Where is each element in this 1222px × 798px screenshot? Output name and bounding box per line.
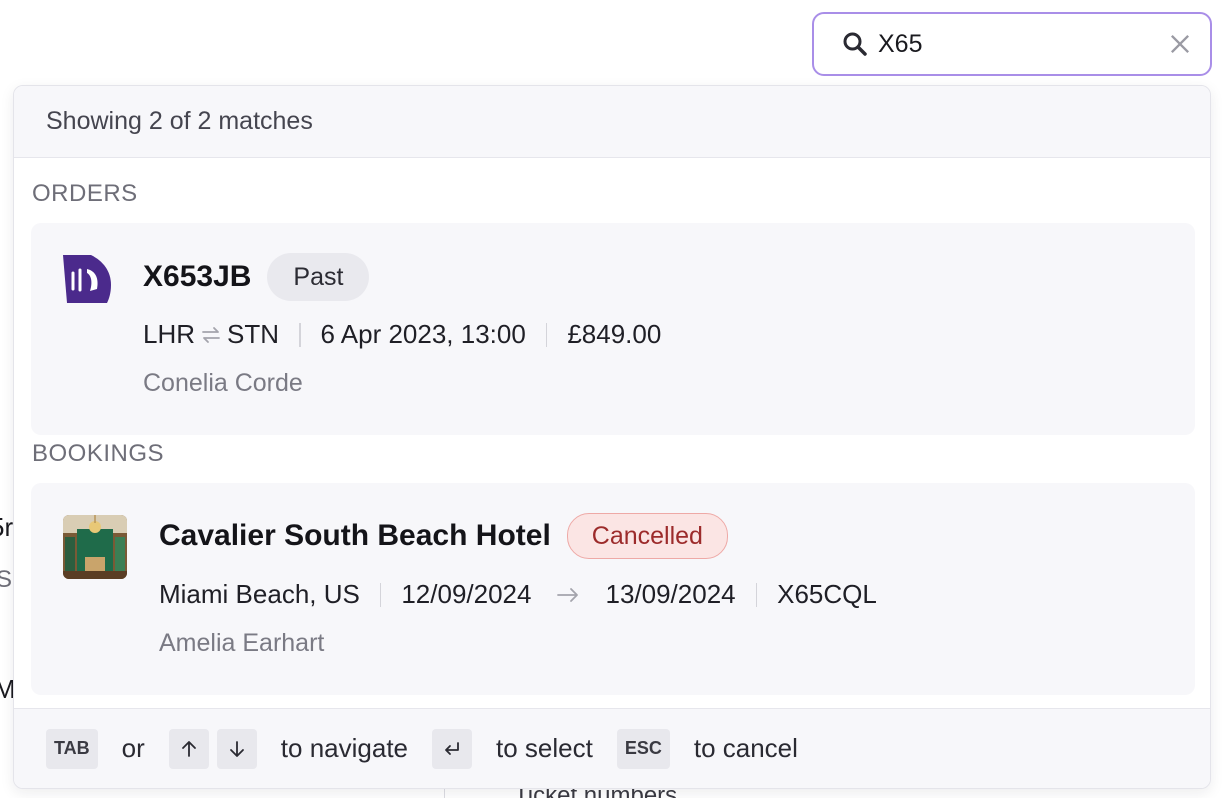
hint-cancel: to cancel (693, 733, 798, 763)
hint-or: or (121, 733, 145, 763)
page: 5r S M Ticket numbers Showing 2 of 2 mat… (0, 0, 1222, 798)
divider (755, 582, 758, 607)
destination-airport: STN (227, 319, 280, 349)
enter-icon (445, 741, 459, 755)
round-trip-icon (202, 326, 220, 343)
hotel-thumbnail (63, 515, 127, 579)
background-text-fragment: 5r (0, 512, 14, 542)
booking-result-item[interactable]: Cavalier South Beach Hotel Cancelled Mia… (31, 483, 1195, 695)
arrow-down-key (216, 728, 257, 769)
check-out-date: 13/09/2024 (605, 579, 736, 609)
status-badge: Cancelled (566, 513, 728, 559)
booking-guest: Amelia Earhart (159, 629, 325, 657)
keyboard-hints: TAB or to navigate to select ESC to canc… (14, 708, 1210, 788)
divider (299, 322, 301, 347)
order-passenger: Conelia Corde (143, 369, 303, 397)
check-in-date: 12/09/2024 (401, 579, 532, 609)
background-text-fragment: S (0, 566, 13, 593)
hotel-location: Miami Beach, US (159, 579, 360, 609)
results-summary: Showing 2 of 2 matches (14, 86, 1210, 158)
enter-key (432, 728, 473, 769)
esc-key: ESC (616, 728, 670, 769)
search-box (812, 12, 1212, 76)
order-datetime: 6 Apr 2023, 13:00 (320, 319, 526, 349)
order-price: £849.00 (567, 319, 662, 349)
tab-key: TAB (46, 728, 98, 769)
arrow-right-icon (557, 587, 579, 602)
arrow-up-icon (181, 740, 196, 757)
order-reference: X653JB (143, 260, 252, 293)
divider (545, 322, 548, 347)
section-label-orders: ORDERS (32, 180, 138, 207)
arrow-down-icon (229, 740, 244, 757)
hotel-name: Cavalier South Beach Hotel (159, 519, 551, 552)
search-input[interactable] (878, 24, 1166, 64)
search-icon (843, 32, 867, 56)
arrow-up-key (168, 728, 209, 769)
clear-icon[interactable] (1166, 30, 1194, 58)
divider (379, 582, 382, 607)
order-result-item[interactable]: X653JB Past LHR STN 6 Apr 2023, 13:00 £8… (31, 223, 1195, 435)
booking-reference: X65CQL (777, 579, 877, 609)
hint-navigate: to navigate (280, 733, 409, 763)
search-results-dropdown: Showing 2 of 2 matches ORDERS X653JB Pas… (13, 85, 1211, 789)
airline-logo-icon (63, 255, 111, 303)
status-badge: Past (267, 253, 370, 301)
hint-select: to select (496, 733, 593, 763)
section-label-bookings: BOOKINGS (32, 440, 165, 467)
origin-airport: LHR (143, 319, 196, 349)
